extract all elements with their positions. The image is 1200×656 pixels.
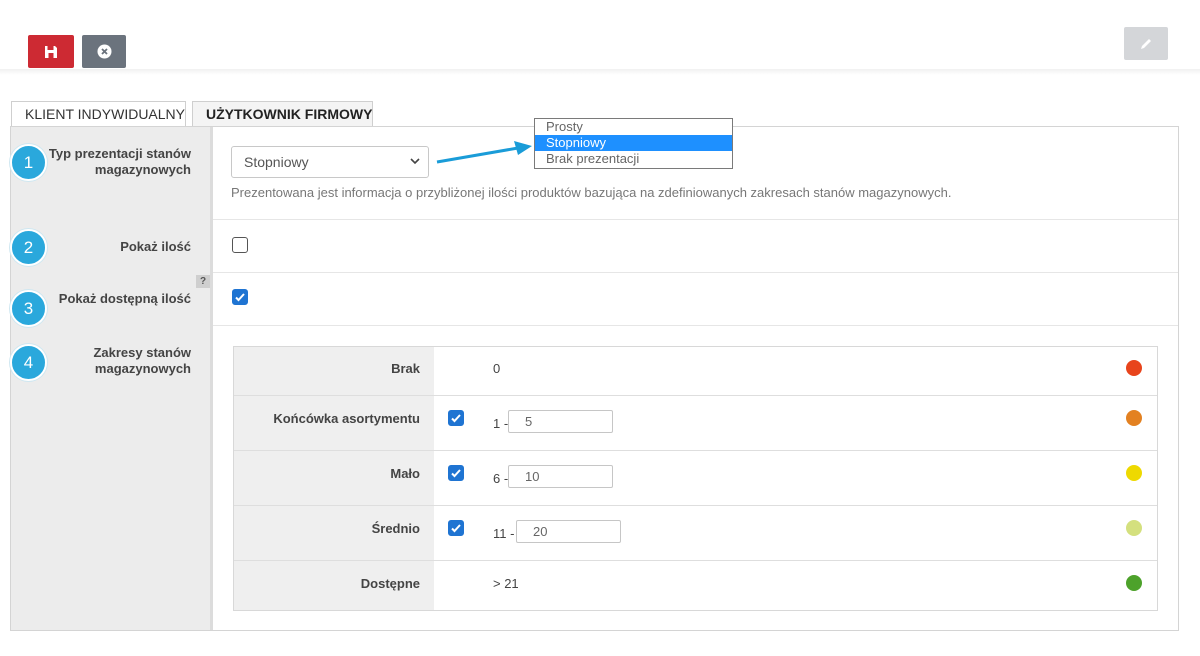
range-from: 11 - [493, 526, 515, 541]
checkmark-icon [451, 414, 461, 423]
row-divider [234, 505, 1157, 506]
labels-column [11, 127, 213, 630]
divider [213, 272, 1178, 273]
divider [213, 219, 1178, 220]
row-divider [234, 450, 1157, 451]
divider [213, 325, 1178, 326]
status-dot-green [1126, 575, 1142, 591]
range-name-srednio: Średnio [371, 521, 420, 536]
range-checkbox[interactable] [448, 410, 464, 426]
row-divider [234, 395, 1157, 396]
tab-uzytkownik-firmowy[interactable]: UŻYTKOWNIK FIRMOWY [192, 101, 373, 126]
presentation-type-label: Typ prezentacji stanów magazynowych [48, 146, 191, 177]
range-checkbox[interactable] [448, 465, 464, 481]
tab-klient-indywidualny[interactable]: KLIENT INDYWIDUALNY [11, 101, 186, 126]
show-quantity-label: Pokaż ilość [120, 239, 191, 254]
checkmark-icon [451, 524, 461, 533]
ranges-label: Zakresy stanów magazynowych [93, 345, 191, 376]
show-quantity-checkbox[interactable] [232, 237, 248, 253]
range-name-dostepne: Dostępne [360, 576, 420, 591]
save-button[interactable] [28, 35, 74, 68]
range-value: 0 [493, 361, 501, 376]
range-name-koncowka: Końcówka asortymentu [273, 411, 420, 426]
dropdown-option[interactable]: Brak prezentacji [535, 151, 732, 167]
dropdown-option-selected[interactable]: Stopniowy [535, 135, 732, 151]
row-divider [234, 560, 1157, 561]
range-checkbox[interactable] [448, 520, 464, 536]
dropdown-option[interactable]: Prosty [535, 119, 732, 135]
range-from: 1 - [493, 416, 509, 431]
range-from: 6 - [493, 471, 509, 486]
pencil-icon [1141, 38, 1151, 49]
range-to-input[interactable]: 20 [516, 520, 621, 543]
status-dot-orange [1126, 410, 1142, 426]
range-name-malo: Mało [390, 466, 420, 481]
status-dot-red [1126, 360, 1142, 376]
status-dot-lightgreen [1126, 520, 1142, 536]
range-to-input[interactable]: 5 [508, 410, 613, 433]
show-available-label: Pokaż dostępną ilość [58, 291, 191, 306]
range-value: > 21 [493, 576, 519, 591]
presentation-type-select[interactable]: Stopniowy [231, 146, 429, 178]
show-available-checkbox[interactable] [232, 289, 248, 305]
chevron-down-icon [410, 158, 420, 165]
range-name-brak: Brak [391, 361, 420, 376]
floppy-disk-icon [45, 45, 57, 58]
presentation-type-dropdown: Prosty Stopniowy Brak prezentacji [534, 118, 733, 169]
edit-button[interactable] [1124, 27, 1168, 60]
range-to-input[interactable]: 10 [508, 465, 613, 488]
select-value: Stopniowy [244, 154, 309, 170]
cancel-button[interactable] [82, 35, 126, 68]
presentation-type-description: Prezentowana jest informacja o przybliżo… [231, 185, 952, 200]
help-icon[interactable]: ? [196, 275, 210, 288]
checkmark-icon [235, 293, 245, 302]
checkmark-icon [451, 469, 461, 478]
arrow-annotation-icon [436, 141, 532, 164]
toolbar-divider [0, 69, 1200, 75]
close-circle-icon [97, 44, 111, 59]
status-dot-yellow [1126, 465, 1142, 481]
